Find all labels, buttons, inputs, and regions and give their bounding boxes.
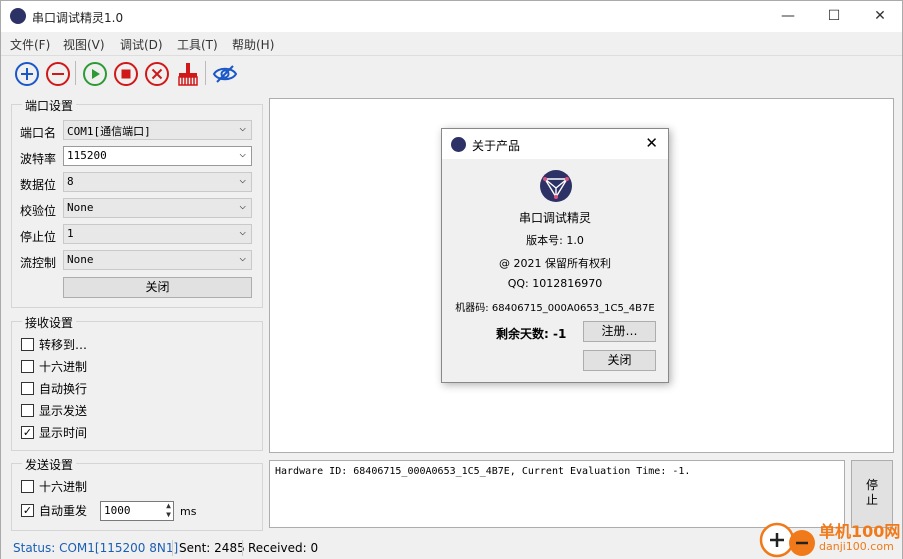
menu-view[interactable]: 视图(V) [63, 36, 105, 53]
tx-hex-label: 十六进制 [39, 480, 88, 494]
auto-wrap-label: 自动换行 [39, 382, 88, 396]
copyright-text: @ 2021 保留所有权利 [499, 257, 611, 270]
spin-arrows-icon[interactable]: ▲ ▼ [166, 501, 171, 519]
status-received: Received: 0 [248, 541, 319, 555]
close-button[interactable]: ✕ [857, 1, 903, 32]
chevron-down-icon: ⌵ [239, 173, 246, 186]
receive-settings-title: 接收设置 [22, 314, 77, 331]
auto-wrap-checkbox[interactable] [21, 382, 34, 395]
stop-bits-value: 1 [67, 227, 74, 240]
toolbar-separator [205, 61, 206, 85]
data-bits-label: 数据位 [20, 178, 57, 192]
status-sent: Sent: 2485 [179, 541, 245, 555]
menu-help[interactable]: 帮助(H) [232, 36, 274, 53]
watermark: 单机100网 danji100.com [759, 518, 903, 559]
chevron-down-icon: ⌵ [239, 251, 246, 264]
status-port: Status: COM1[115200 8N1] [13, 541, 179, 555]
add-icon[interactable] [14, 61, 40, 87]
stop-bits-select[interactable]: 1 ⌵ [63, 224, 252, 244]
register-button[interactable]: 注册… [583, 321, 656, 342]
baud-rate-select[interactable]: 115200 ⌵ [63, 146, 252, 166]
move-to-checkbox[interactable] [21, 338, 34, 351]
watermark-minus-icon [789, 530, 815, 556]
minimize-button[interactable]: — [765, 1, 811, 32]
about-dialog-titlebar: 关于产品 ✕ [442, 129, 668, 159]
flow-control-value: None [67, 253, 94, 266]
menu-tools[interactable]: 工具(T) [177, 36, 218, 53]
rx-hex-label: 十六进制 [39, 360, 88, 374]
show-send-checkbox[interactable] [21, 404, 34, 417]
machine-code-text: 机器码: 68406715_000A0653_1C5_4B7E [455, 303, 655, 314]
about-close-icon[interactable]: ✕ [645, 134, 658, 152]
broom-icon[interactable] [175, 61, 201, 87]
about-dialog-title: 关于产品 [472, 139, 521, 153]
resend-interval-value: 1000 [104, 504, 131, 517]
chevron-down-icon: ⌵ [239, 121, 246, 134]
flow-control-label: 流控制 [20, 256, 57, 270]
data-bits-select[interactable]: 8 ⌵ [63, 172, 252, 192]
port-name-value: COM1[通信端口] [67, 125, 151, 138]
parity-label: 校验位 [20, 204, 57, 218]
move-to-label: 转移到… [39, 338, 88, 352]
parity-select[interactable]: None ⌵ [63, 198, 252, 218]
remaining-days-text: 剩余天数: -1 [496, 327, 567, 341]
delete-icon[interactable] [144, 61, 170, 87]
checkmark-icon: ✓ [22, 426, 33, 439]
status-divider [172, 540, 173, 556]
stop-icon[interactable] [113, 61, 139, 87]
menu-file[interactable]: 文件(F) [10, 36, 50, 53]
tx-hex-checkbox[interactable] [21, 480, 34, 493]
qq-text: QQ: 1012816970 [507, 277, 603, 290]
version-text: 版本号: 1.0 [526, 234, 584, 247]
menu-debug[interactable]: 调试(D) [120, 36, 163, 53]
show-send-label: 显示发送 [39, 404, 88, 418]
data-bits-value: 8 [67, 175, 74, 188]
toolbar [1, 55, 902, 89]
product-logo-icon [540, 170, 572, 202]
product-name: 串口调试精灵 [518, 211, 591, 225]
show-time-checkbox[interactable]: ✓ [21, 426, 34, 439]
resend-interval-spinner[interactable]: 1000 ▲ ▼ [100, 501, 174, 521]
checkmark-icon: ✓ [22, 504, 33, 517]
toolbar-separator [75, 61, 76, 85]
port-name-select[interactable]: COM1[通信端口] ⌵ [63, 120, 252, 140]
baud-rate-value: 115200 [67, 149, 107, 162]
stop-bits-label: 停止位 [20, 230, 57, 244]
rx-hex-checkbox[interactable] [21, 360, 34, 373]
auto-resend-checkbox[interactable]: ✓ [21, 504, 34, 517]
send-settings-title: 发送设置 [22, 456, 77, 473]
title-bar: 串口调试精灵1.0 — ☐ ✕ [1, 1, 902, 32]
app-logo-icon [451, 137, 466, 152]
eye-icon[interactable] [212, 61, 238, 87]
window-title: 串口调试精灵1.0 [32, 11, 124, 25]
chevron-down-icon: ⌵ [239, 225, 246, 238]
main-window: 串口调试精灵1.0 — ☐ ✕ 文件(F) 视图(V) 调试(D) 工具(T) … [0, 0, 903, 559]
chevron-down-icon: ⌵ [239, 147, 246, 160]
play-icon[interactable] [82, 61, 108, 87]
show-time-label: 显示时间 [39, 426, 88, 440]
about-close-button[interactable]: 关闭 [583, 350, 656, 371]
flow-control-select[interactable]: None ⌵ [63, 250, 252, 270]
status-divider [242, 540, 243, 556]
auto-resend-label: 自动重发 [39, 504, 88, 518]
remove-icon[interactable] [45, 61, 71, 87]
watermark-text: 单机100网 [819, 522, 901, 541]
baud-rate-label: 波特率 [20, 152, 57, 166]
parity-value: None [67, 201, 94, 214]
port-settings-title: 端口设置 [22, 97, 77, 114]
port-close-button[interactable]: 关闭 [63, 277, 252, 298]
interval-unit: ms [180, 505, 197, 518]
menu-bar: 文件(F) 视图(V) 调试(D) 工具(T) 帮助(H) [1, 32, 902, 54]
about-dialog: 关于产品 ✕ 串口调试精灵 版本号: 1.0 @ 2021 保留所有权利 QQ:… [441, 128, 669, 383]
send-input-text: Hardware ID: 68406715_000A0653_1C5_4B7E,… [275, 466, 691, 477]
chevron-down-icon: ⌵ [239, 199, 246, 212]
watermark-url: danji100.com [819, 540, 894, 553]
maximize-button[interactable]: ☐ [811, 1, 857, 32]
app-logo-icon [10, 8, 26, 24]
port-name-label: 端口名 [20, 126, 57, 140]
